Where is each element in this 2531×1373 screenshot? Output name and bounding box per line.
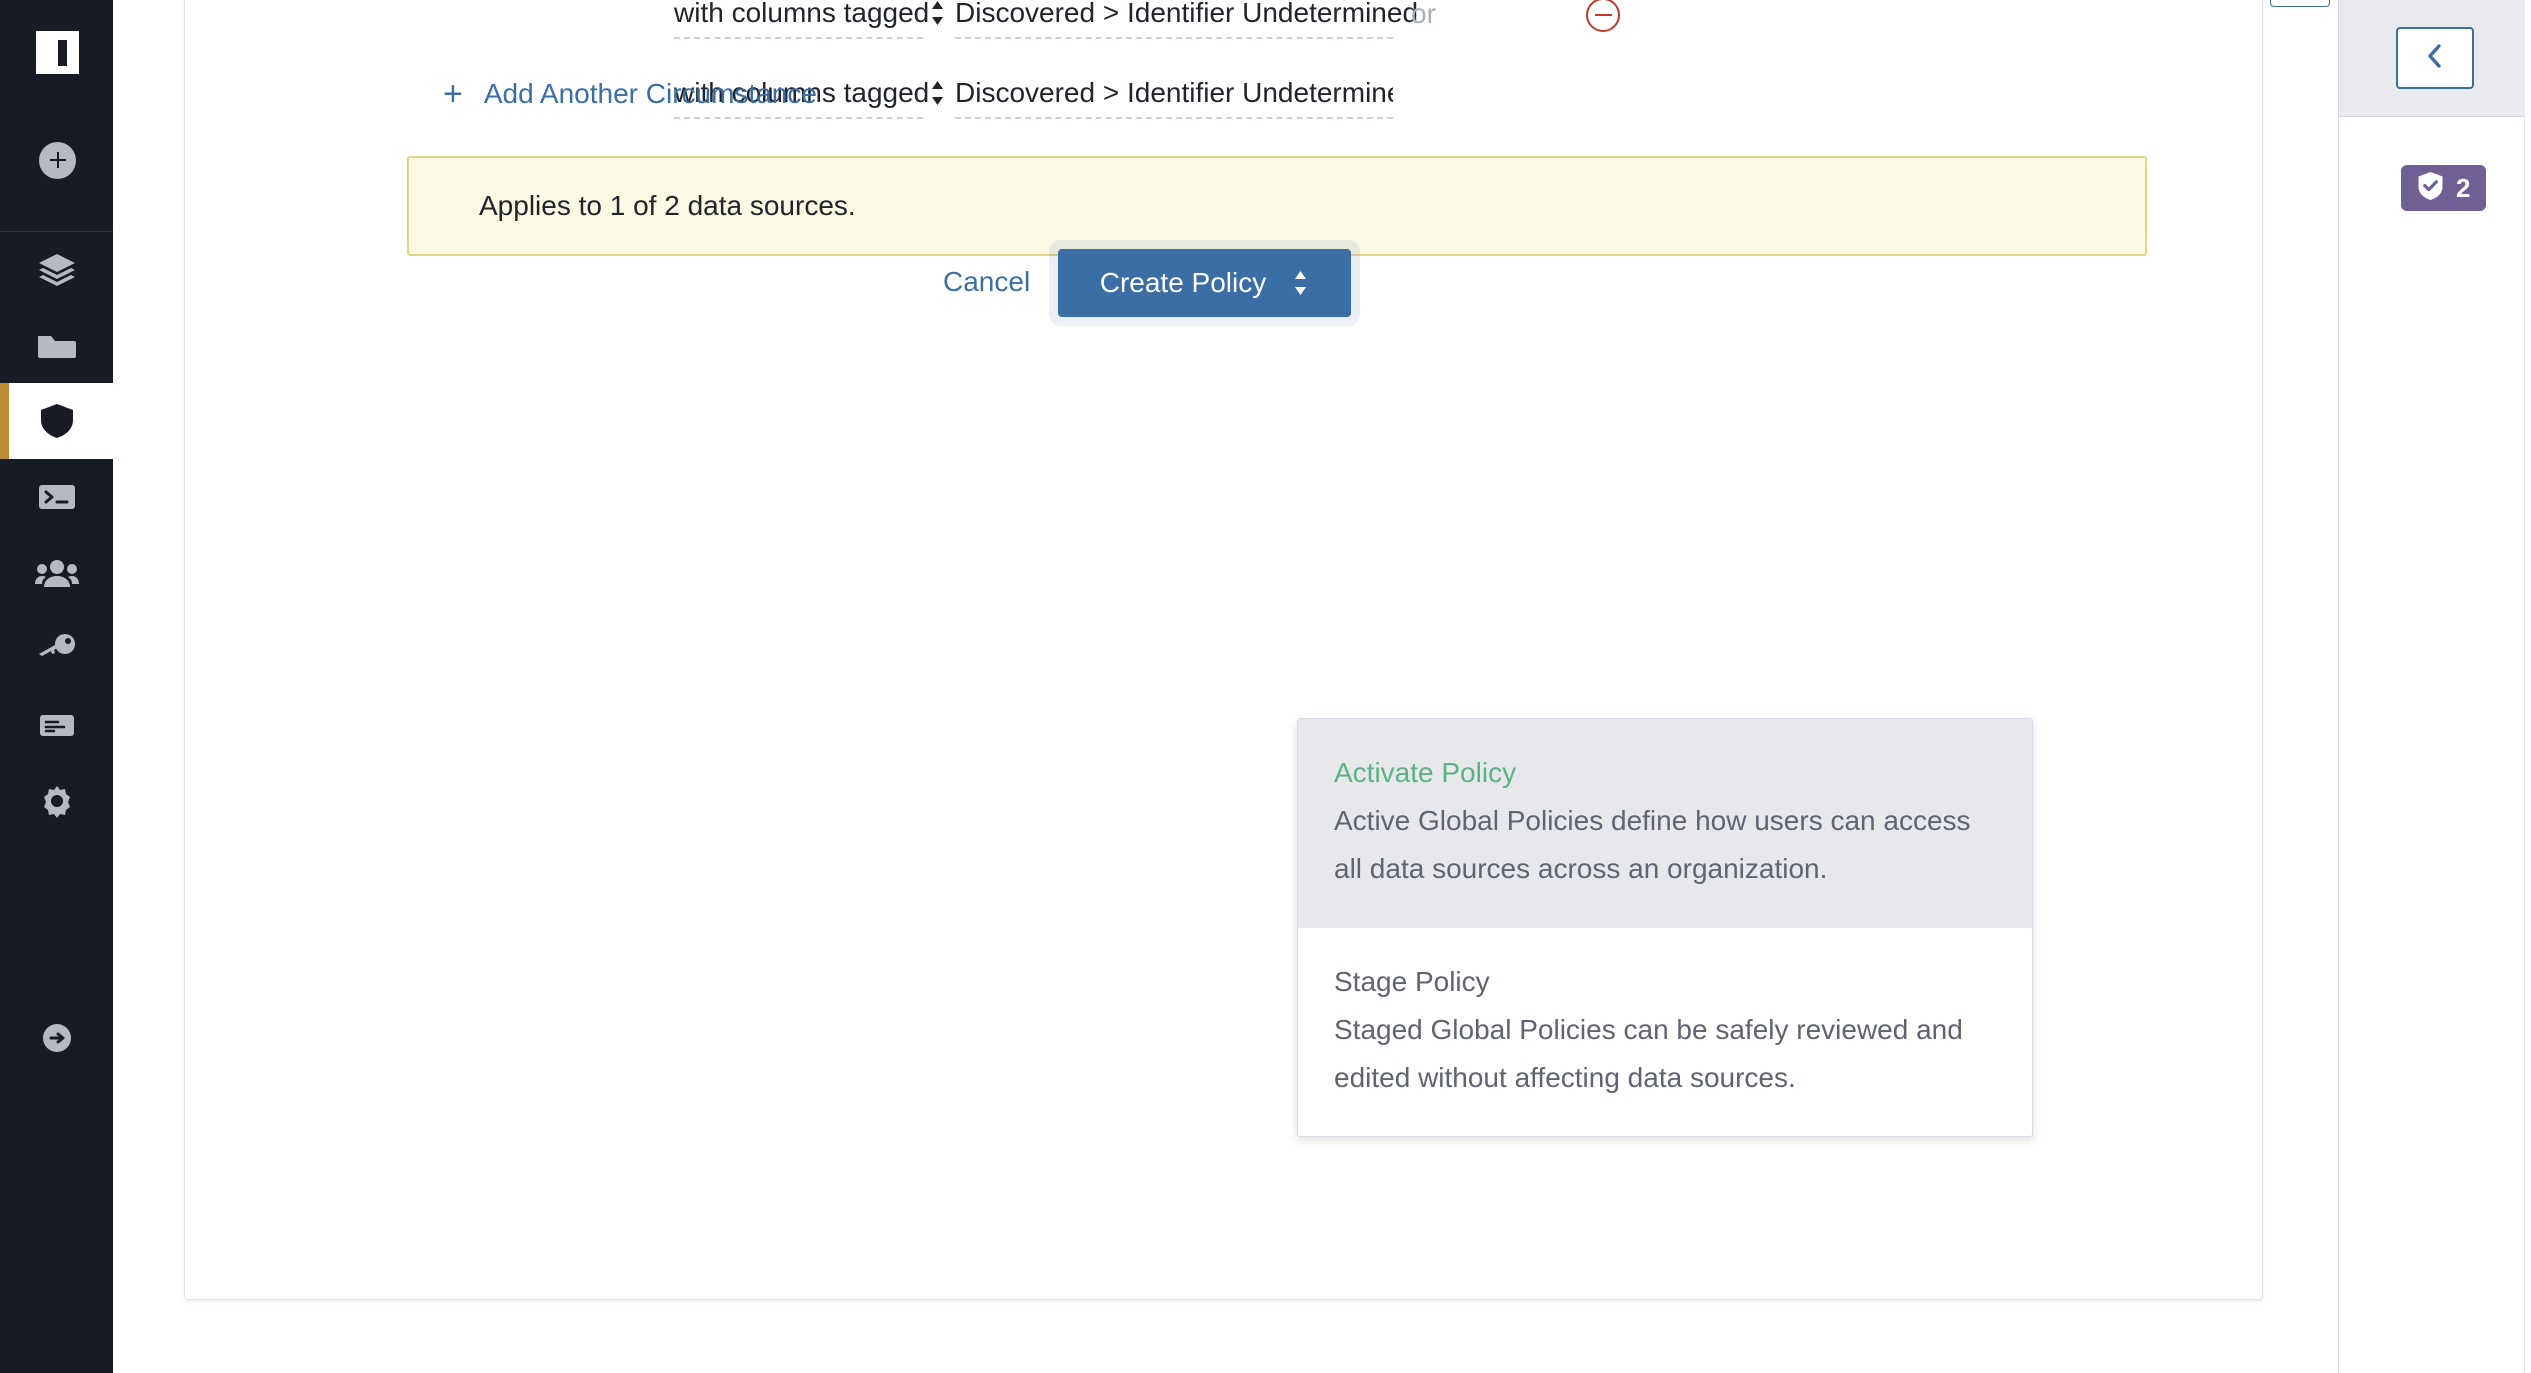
app-logo-mark bbox=[57, 39, 67, 66]
minus-circle-icon bbox=[1594, 14, 1612, 16]
right-side-panel: 2 bbox=[2338, 0, 2531, 1373]
create-policy-label: Create Policy bbox=[1099, 267, 1267, 298]
sidebar-item-policies[interactable] bbox=[0, 383, 113, 459]
policy-count-badge[interactable]: 2 bbox=[2401, 165, 2487, 211]
condition-row: with columns tagged Discovered > Identif… bbox=[409, 0, 1809, 63]
sidebar-item-settings[interactable] bbox=[0, 763, 113, 839]
policy-count-value: 2 bbox=[2456, 172, 2471, 203]
tag-value: Discovered > Identifier Undetermined bbox=[955, 0, 1419, 28]
document-icon bbox=[36, 704, 78, 746]
tag-value-field[interactable]: Discovered > Identifier Undetermined bbox=[955, 71, 1393, 119]
collapse-panel-button[interactable] bbox=[2396, 27, 2474, 89]
add-another-circumstance-button[interactable]: + Add Another Circumstance bbox=[443, 77, 817, 111]
conjunction-value: or bbox=[1411, 0, 1436, 29]
app-logo[interactable] bbox=[36, 31, 79, 74]
sidebar-item-users[interactable] bbox=[0, 535, 113, 611]
terminal-icon bbox=[36, 476, 78, 518]
left-nav-rail bbox=[0, 0, 113, 1373]
plus-circle-icon bbox=[45, 148, 71, 174]
create-policy-button[interactable]: Create Policy bbox=[1058, 249, 1351, 317]
plus-icon: + bbox=[443, 75, 463, 113]
dropdown-option-stage-policy[interactable]: Stage Policy Staged Global Policies can … bbox=[1298, 927, 2032, 1136]
dropdown-option-description: Staged Global Policies can be safely rev… bbox=[1334, 1014, 1963, 1093]
up-down-chevron-icon[interactable] bbox=[1292, 269, 1309, 297]
layers-icon bbox=[36, 248, 78, 290]
dropdown-option-title: Stage Policy bbox=[1334, 966, 1490, 997]
sidebar-item-data-sources[interactable] bbox=[0, 231, 113, 307]
sidebar-item-logout[interactable] bbox=[0, 1000, 113, 1076]
arrow-right-circle-icon bbox=[39, 1020, 75, 1056]
dropdown-option-activate-policy[interactable]: Activate Policy Active Global Policies d… bbox=[1298, 719, 2032, 927]
up-down-chevron-icon[interactable] bbox=[929, 0, 946, 27]
shield-icon bbox=[35, 399, 79, 443]
predicate-select[interactable]: with columns tagged bbox=[674, 0, 944, 39]
conjunction-select[interactable]: or bbox=[1411, 0, 1491, 39]
tag-value: Discovered > Identifier Undetermined bbox=[955, 77, 1393, 108]
sidebar-item-query-editor[interactable] bbox=[0, 459, 113, 535]
shield-check-icon bbox=[2417, 171, 2444, 206]
gear-icon bbox=[36, 780, 78, 822]
main-content-area: Case Outside De-identification Mask colu… bbox=[113, 0, 2338, 1373]
add-new-button[interactable] bbox=[39, 142, 76, 179]
users-icon bbox=[34, 551, 79, 595]
sidebar-item-audit-logs[interactable] bbox=[0, 687, 113, 763]
key-icon bbox=[36, 628, 78, 670]
sidebar-item-credentials[interactable] bbox=[0, 611, 113, 687]
more-actions-button-clipped[interactable] bbox=[2270, 0, 2330, 7]
chevron-left-icon bbox=[2424, 42, 2446, 75]
folder-icon bbox=[36, 324, 78, 366]
policy-type-dropdown: Activate Policy Active Global Policies d… bbox=[1297, 718, 2033, 1137]
up-down-chevron-icon[interactable] bbox=[929, 79, 946, 107]
tag-value-field[interactable]: Discovered > Identifier Undetermined bbox=[955, 0, 1418, 39]
sidebar-item-projects[interactable] bbox=[0, 307, 113, 383]
applies-to-notice-text: Applies to 1 of 2 data sources. bbox=[479, 190, 856, 221]
right-panel-header bbox=[2339, 0, 2531, 117]
dropdown-option-description: Active Global Policies define how users … bbox=[1334, 805, 1971, 884]
cancel-button[interactable]: Cancel bbox=[943, 266, 1030, 298]
predicate-value: with columns tagged bbox=[674, 0, 930, 28]
dropdown-option-title: Activate Policy bbox=[1334, 757, 1517, 788]
far-right-edge-strip bbox=[2524, 0, 2531, 1373]
remove-condition-button[interactable] bbox=[1586, 0, 1620, 32]
applies-to-notice: Applies to 1 of 2 data sources. bbox=[407, 156, 2147, 256]
add-another-circumstance-label: Add Another Circumstance bbox=[483, 78, 817, 109]
